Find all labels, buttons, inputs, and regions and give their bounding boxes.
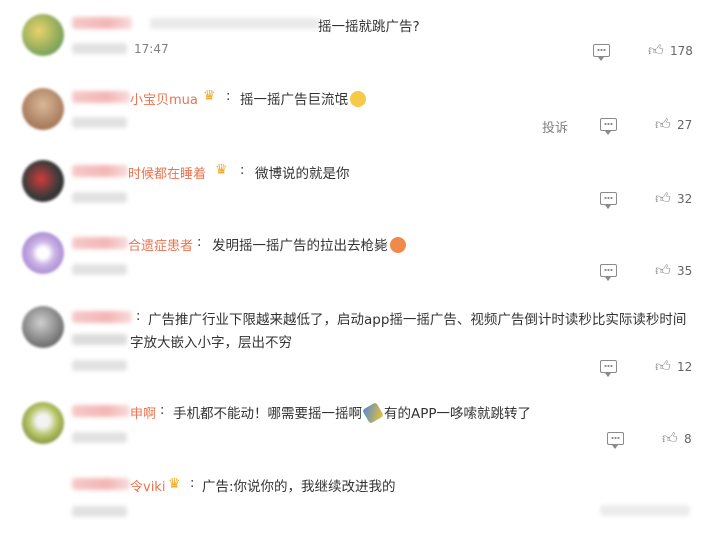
- like-count: 8: [684, 432, 692, 446]
- blurred-text: [72, 334, 127, 345]
- comment-icon[interactable]: [593, 44, 610, 61]
- comment-text: 手机都不能动！哪需要摇一摇啊 有的APP一哆嗦就跳转了: [173, 402, 532, 424]
- blurred-meta: [72, 264, 127, 275]
- username-blurred[interactable]: [72, 405, 130, 417]
- angry-emoji-icon: [389, 237, 406, 253]
- comment-text-line1: 广告推广行业下限越来越低了，启动app摇一摇广告、视频广告倒计时读秒比实际读秒时…: [148, 312, 687, 328]
- thumbs-up-icon[interactable]: 👍︎: [655, 357, 671, 376]
- colon: :: [240, 163, 245, 178]
- comment-text-line2: 字放大嵌入小字，层出不穷: [130, 335, 292, 351]
- like-count: 27: [677, 118, 693, 132]
- comment-text: 微博说的就是你: [255, 166, 350, 182]
- username-blurred[interactable]: [72, 17, 132, 29]
- like-count: 178: [670, 44, 693, 58]
- smirk-emoji-icon: [350, 91, 366, 107]
- colon: :: [160, 403, 165, 418]
- colon: :: [197, 235, 202, 250]
- username-blurred[interactable]: [72, 165, 128, 177]
- blurred-text: [150, 18, 320, 29]
- comment-text: 摇一摇就跳广告?: [318, 19, 420, 35]
- comment-text-body: 摇一摇广告巨流氓: [240, 92, 348, 108]
- avatar[interactable]: [22, 88, 64, 130]
- avatar[interactable]: [22, 160, 64, 202]
- username[interactable]: 小宝贝mua: [130, 89, 198, 108]
- like-count: 32: [677, 192, 693, 206]
- comment-icon[interactable]: [607, 432, 624, 449]
- blurred-meta: [72, 43, 127, 54]
- colon: :: [226, 89, 231, 104]
- username-blurred[interactable]: [72, 237, 128, 249]
- blurred-meta: [72, 192, 127, 203]
- comment-icon[interactable]: [600, 192, 617, 209]
- username-blurred[interactable]: [72, 478, 130, 490]
- report-link[interactable]: 投诉: [542, 117, 568, 136]
- comment-icon[interactable]: [600, 264, 617, 281]
- thumbs-up-icon[interactable]: 👍︎: [655, 261, 671, 280]
- like-count: 12: [677, 360, 693, 374]
- username-blurred[interactable]: [72, 311, 132, 323]
- blurred-icons: [600, 505, 690, 516]
- blurred-meta: [72, 117, 127, 128]
- username[interactable]: 令viki: [130, 476, 165, 495]
- crown-badge-icon: ♛: [215, 162, 228, 178]
- thumbs-up-icon[interactable]: 👍︎: [648, 41, 664, 60]
- blurred-meta: [72, 432, 127, 443]
- thumbs-up-icon[interactable]: 👍︎: [655, 189, 671, 208]
- timestamp: 17:47: [134, 42, 169, 56]
- comment-text-body: 发明摇一摇广告的拉出去枪毙: [212, 238, 388, 254]
- microphone-emoji-icon: [362, 402, 384, 424]
- avatar[interactable]: [22, 402, 64, 444]
- comment-text: 广告:你说你的，我继续改进我的: [202, 479, 396, 495]
- username[interactable]: 时候都在睡着: [128, 163, 206, 182]
- username-blurred[interactable]: [72, 91, 130, 103]
- crown-badge-icon: ♛: [168, 476, 181, 492]
- comment-text-part2: 有的APP一哆嗦就跳转了: [384, 406, 532, 422]
- comment-text-part1: 手机都不能动！哪需要摇一摇啊: [173, 406, 362, 422]
- avatar[interactable]: [22, 232, 64, 274]
- thumbs-up-icon[interactable]: 👍︎: [655, 115, 671, 134]
- comment-text: 摇一摇广告巨流氓: [240, 88, 366, 108]
- blurred-meta: [72, 506, 127, 517]
- thumbs-up-icon[interactable]: 👍︎: [662, 429, 678, 448]
- blurred-meta: [72, 360, 127, 371]
- colon: :: [190, 476, 195, 491]
- comment-icon[interactable]: [600, 118, 617, 135]
- avatar[interactable]: [22, 306, 64, 348]
- comment-text: 发明摇一摇广告的拉出去枪毙: [212, 234, 406, 254]
- avatar[interactable]: [22, 14, 64, 56]
- like-count: 35: [677, 264, 693, 278]
- colon: :: [136, 309, 141, 324]
- crown-badge-icon: ♛: [203, 88, 216, 104]
- username[interactable]: 申啊: [130, 403, 156, 422]
- username[interactable]: 合遗症患者: [128, 235, 193, 254]
- comment-icon[interactable]: [600, 360, 617, 377]
